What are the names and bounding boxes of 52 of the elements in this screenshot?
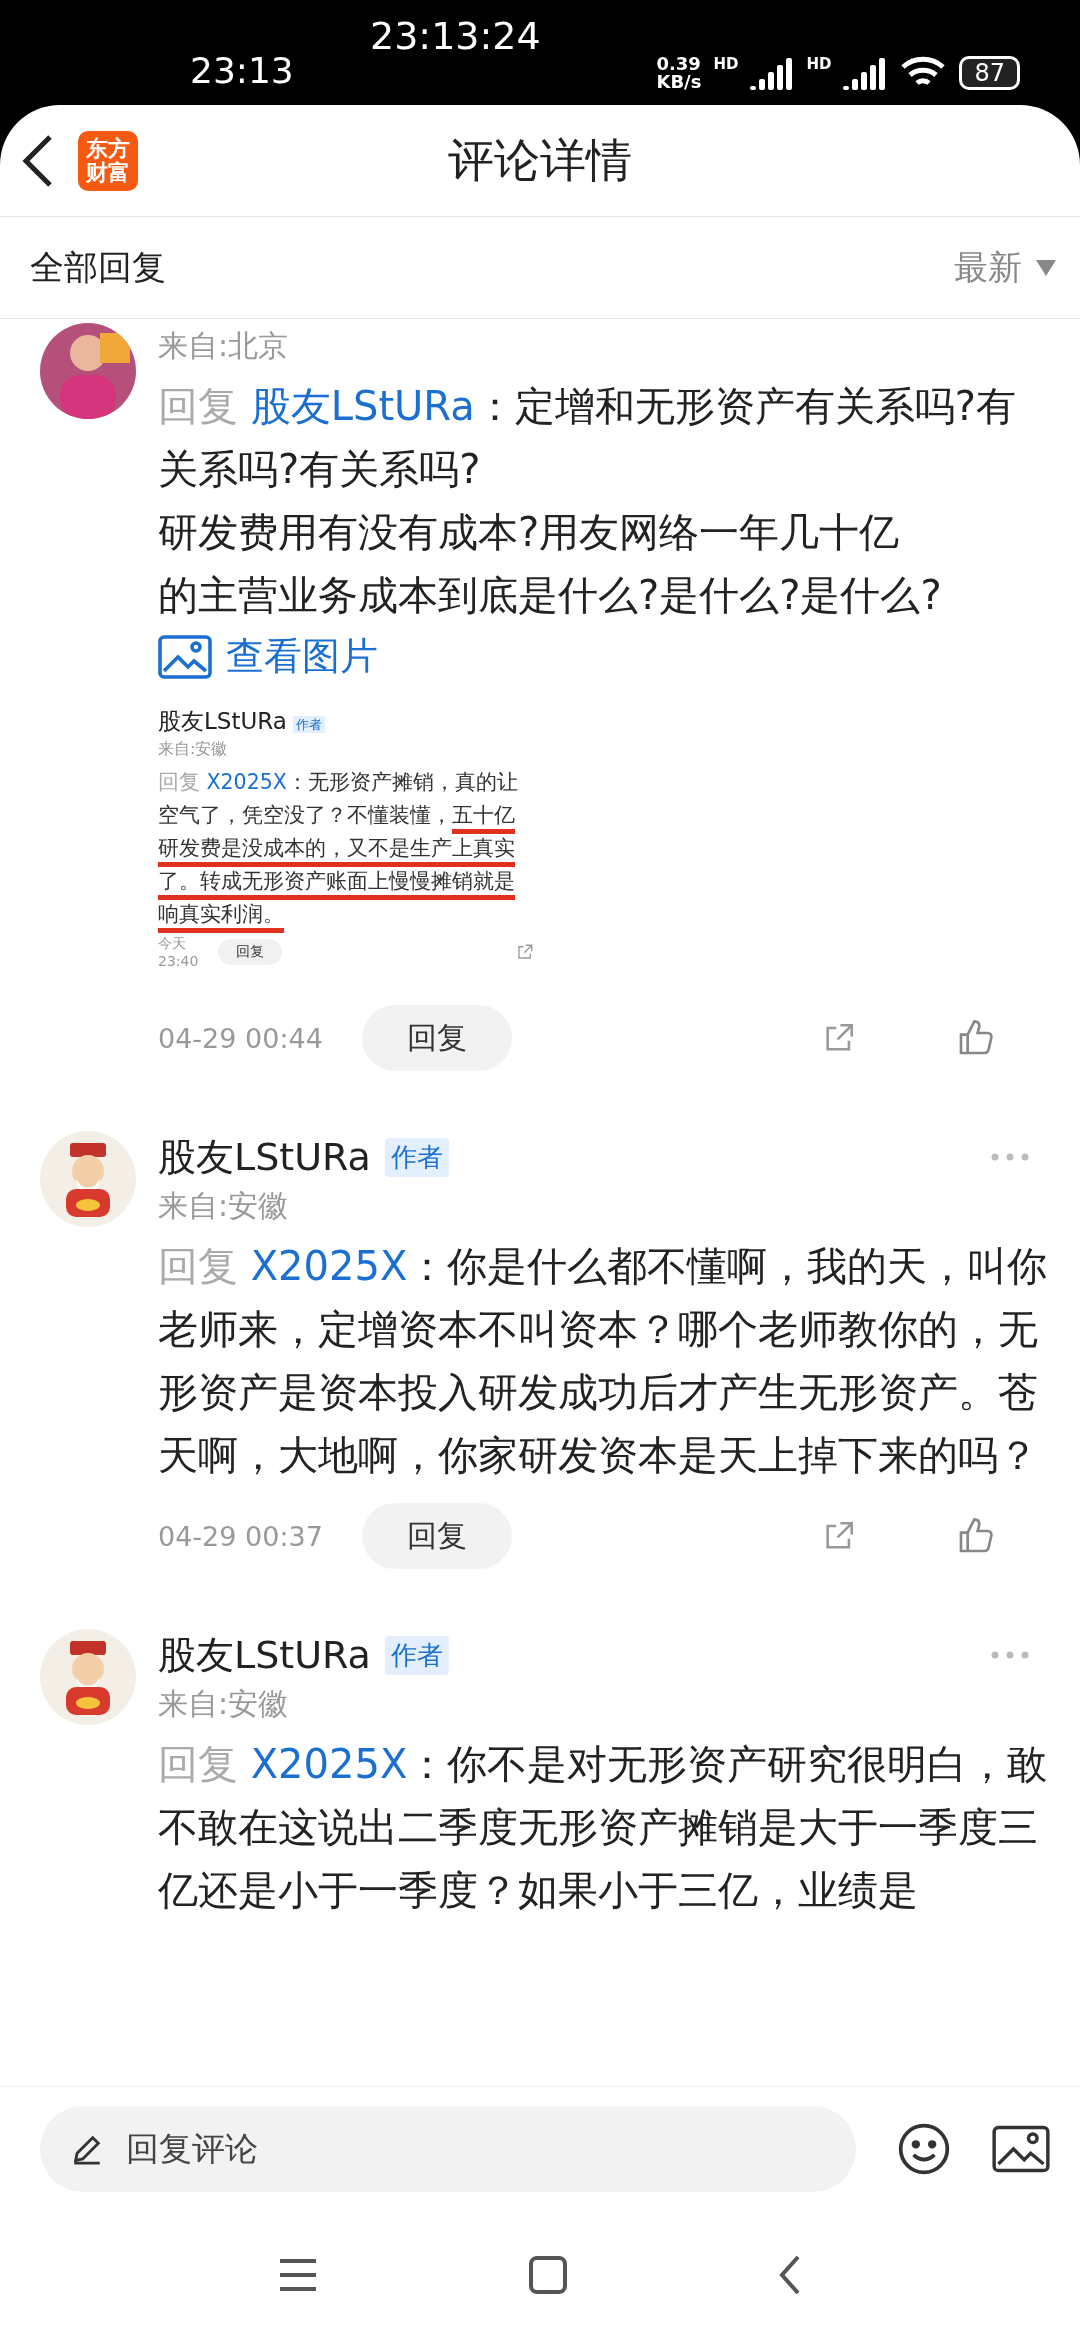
more-icon[interactable] <box>990 1152 1030 1162</box>
screenshot-author-name: 股友LStURa <box>158 708 287 734</box>
screenshot-text-line: 研发费是没成本的，又不是生产上真实 <box>158 832 558 865</box>
screenshot-text-line: 了。转成无形资产账面上慢慢摊销就是 <box>158 865 558 898</box>
image-icon <box>158 634 212 679</box>
comment-text: 回复 X2025X：你不是对无形资产研究很明白，敢不敢在这说出二季度无形资产摊销是大于一季度三亿还是小于一季度？如果小于三亿，业绩是 <box>158 1740 1049 1915</box>
author-badge: 作者 <box>292 716 325 733</box>
user-link[interactable]: X2025X <box>250 1741 408 1787</box>
hd-label: HD <box>713 55 739 73</box>
more-icon[interactable] <box>990 1650 1030 1660</box>
home-icon[interactable] <box>528 2255 568 2295</box>
reply-button[interactable]: 回复 <box>362 1005 512 1071</box>
user-link[interactable]: 股友LStURa <box>250 383 475 429</box>
location-text: 来自:北京 <box>158 327 290 365</box>
screenshot-text-line: 响真实利润。 <box>158 898 558 931</box>
network-speed: 0.39 KB/s <box>656 55 702 91</box>
comment-text: 研发费用有没有成本?用友网络一年几十亿 <box>158 508 901 557</box>
reply-input-field[interactable]: 回复评论 <box>124 2128 826 2169</box>
hd-label: HD <box>806 55 832 73</box>
image-icon[interactable] <box>992 2123 1050 2174</box>
section-label: 全部回复 <box>30 245 166 289</box>
screenshot-location: 来自:安徽 <box>158 739 229 760</box>
screenshot-text-line: 空气了，凭空没了？不懂装懂，五十亿 <box>158 799 558 832</box>
menu-icon[interactable] <box>278 2258 318 2292</box>
author-name[interactable]: 股友LStURa <box>158 1131 371 1183</box>
screenshot-date: 今天 23:40 <box>158 935 200 969</box>
comment-text: 的主营业务成本到底是什么?是什么?是什么? <box>158 571 943 620</box>
view-image-link[interactable]: 查看图片 <box>158 631 1050 682</box>
comment-text: 回复 股友LStURa：定增和无形资产有关系吗?有关系吗?有关系吗? <box>158 382 1017 494</box>
user-link[interactable]: X2025X <box>250 1243 408 1289</box>
author-badge: 作者 <box>384 1635 449 1675</box>
location-text: 来自:安徽 <box>158 1685 290 1723</box>
battery-indicator: 87 <box>959 56 1020 90</box>
location-text: 来自:安徽 <box>158 1187 290 1225</box>
sort-dropdown[interactable]: 最新 <box>954 244 1056 291</box>
author-name[interactable]: 股友LStURa <box>158 1629 371 1681</box>
comment-text: 回复 X2025X：你是什么都不懂啊，我的天，叫你老师来，定增资本不叫资本？哪个老师教你的，无形资产是资本投入研发成功后才产生无形资产。苍天啊，大地啊，你家研发资本是天上掉下来的吗？ <box>158 1242 1049 1480</box>
back-icon[interactable] <box>778 2255 802 2295</box>
overlay-clock: 23:13:24 <box>370 14 541 58</box>
app-logo: 东方 财富 <box>78 130 138 191</box>
screenshot-text-line: 回复 X2025X：无形资产摊销，真的让 <box>158 769 519 796</box>
comment-date: 04-29 00:44 <box>158 1022 324 1054</box>
reply-button[interactable]: 回复 <box>362 1503 512 1569</box>
author-badge: 作者 <box>384 1137 449 1177</box>
caret-icon <box>1036 259 1056 276</box>
reply-field[interactable]: 回复评论 <box>40 2105 856 2192</box>
comment-date: 04-29 00:37 <box>158 1520 324 1552</box>
signal-icon <box>843 56 888 90</box>
share-icon[interactable] <box>516 943 534 961</box>
page-title: 评论详情 <box>448 131 632 189</box>
signal-icon <box>750 56 795 90</box>
status-time: 23:13 <box>190 50 294 91</box>
